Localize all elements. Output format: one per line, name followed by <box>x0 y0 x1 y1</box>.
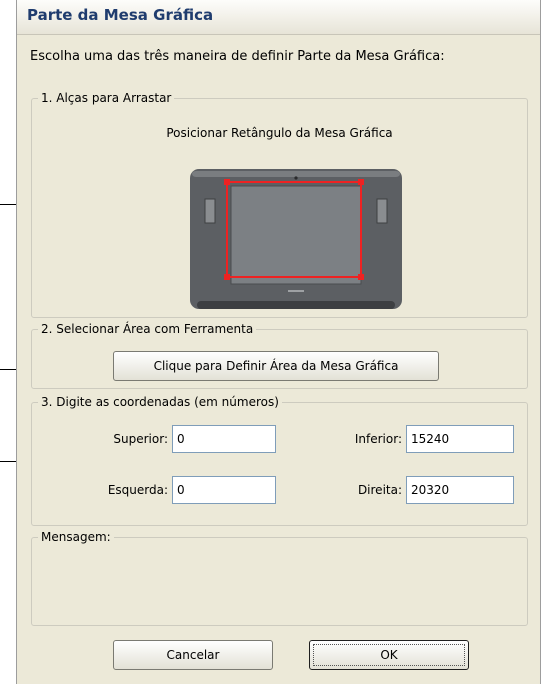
section-drag-handles-legend: 1. Alças para Arrastar <box>41 91 172 105</box>
title-bar: Parte da Mesa Gráfica <box>17 0 540 35</box>
section-coordinates: 3. Digite as coordenadas (em números) Su… <box>31 395 528 526</box>
section-select-tool: 2. Selecionar Área com Ferramenta Clique… <box>31 322 528 389</box>
left-input[interactable] <box>172 476 276 504</box>
drag-handle-top-right[interactable] <box>358 179 364 185</box>
top-label: Superior: <box>113 432 168 446</box>
drag-handle-top-left[interactable] <box>224 179 230 185</box>
cancel-button[interactable]: Cancelar <box>113 640 273 670</box>
ok-button[interactable]: OK <box>309 640 469 670</box>
tablet-image <box>190 169 402 309</box>
right-input[interactable] <box>406 476 514 504</box>
top-input[interactable] <box>172 425 276 453</box>
section-coordinates-legend: 3. Digite as coordenadas (em números) <box>41 395 279 409</box>
instruction-text: Escolha uma das três maneira de definir … <box>30 49 445 64</box>
tablet-caption: Posicionar Retângulo da Mesa Gráfica <box>166 126 393 140</box>
section-message: Mensagem: <box>31 530 528 626</box>
dialog-title: Parte da Mesa Gráfica <box>27 6 214 24</box>
define-area-button[interactable]: Clique para Definir Área da Mesa Gráfica <box>113 351 439 381</box>
left-label: Esquerda: <box>107 483 168 497</box>
drag-handle-bottom-right[interactable] <box>358 274 364 280</box>
bottom-input[interactable] <box>406 425 514 453</box>
drag-handle-bottom-left[interactable] <box>224 274 230 280</box>
tablet-area-dialog: Parte da Mesa Gráfica Escolha uma das tr… <box>16 0 541 684</box>
right-label: Direita: <box>357 483 402 497</box>
bottom-label: Inferior: <box>354 432 402 446</box>
section-drag-handles: 1. Alças para Arrastar Posicionar Retâng… <box>31 91 528 318</box>
message-legend: Mensagem: <box>41 530 111 544</box>
section-select-tool-legend: 2. Selecionar Área com Ferramenta <box>41 322 254 336</box>
ok-button-label: OK <box>380 648 398 662</box>
